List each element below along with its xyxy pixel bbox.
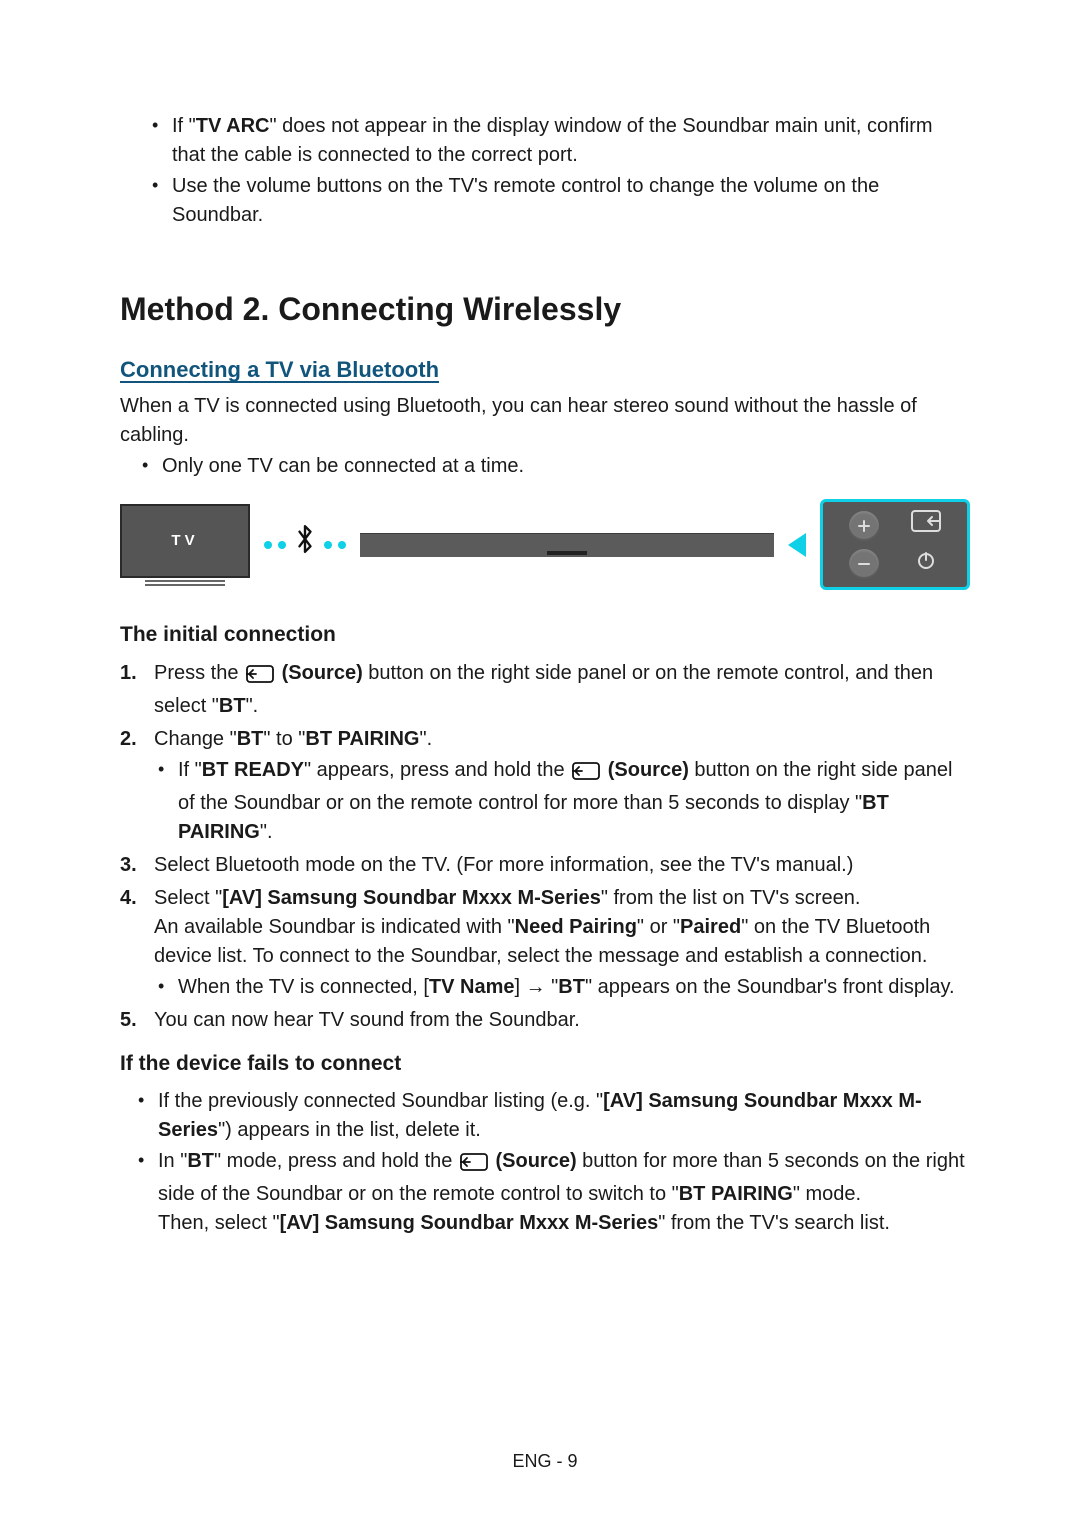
source-icon — [246, 663, 274, 692]
block-title-initial: The initial connection — [120, 620, 970, 650]
text-bold: TV ARC — [196, 115, 270, 137]
text: Change " — [154, 728, 237, 750]
sub-section-title: Connecting a TV via Bluetooth — [120, 354, 970, 386]
text: ] → " — [514, 976, 558, 998]
intro-bullet-list: Only one TV can be connected at a time. — [138, 452, 970, 481]
text-bold: (Source) — [490, 1150, 577, 1172]
text: " or " — [637, 916, 680, 938]
bluetooth-signal — [264, 524, 346, 566]
text: If " — [178, 759, 202, 781]
page: If "TV ARC" does not appear in the displ… — [0, 0, 1080, 1514]
text-bold: Paired — [680, 916, 741, 938]
signal-dot — [324, 541, 332, 549]
text: ". — [260, 821, 273, 843]
steps-list: Press the (Source) button on the right s… — [120, 659, 970, 1035]
callout-arrow — [788, 533, 806, 557]
text-bold: BT PAIRING — [305, 728, 419, 750]
text: If " — [172, 115, 196, 137]
text: " appears, press and hold the — [304, 759, 570, 781]
text-bold: BT PAIRING — [679, 1183, 793, 1205]
bluetooth-icon — [294, 524, 316, 566]
soundbar-button-panel — [820, 499, 970, 590]
text: " mode, press and hold the — [214, 1150, 458, 1172]
text-bold: BT — [187, 1150, 214, 1172]
text: Only one TV can be connected at a time. — [162, 455, 524, 477]
text: An available Soundbar is indicated with … — [154, 916, 515, 938]
volume-up-button-icon — [849, 511, 879, 541]
page-footer: ENG - 9 — [120, 1448, 970, 1474]
list-item: If the previously connected Soundbar lis… — [134, 1087, 970, 1145]
list-item: If "BT READY" appears, press and hold th… — [154, 756, 970, 847]
source-icon — [572, 760, 600, 789]
text-bold: [AV] Samsung Soundbar Mxxx M-Series — [222, 887, 601, 909]
list-item: In "BT" mode, press and hold the (Source… — [134, 1147, 970, 1238]
text-bold: (Source) — [276, 662, 363, 684]
text-bold: BT — [219, 695, 246, 717]
fails-list: If the previously connected Soundbar lis… — [134, 1087, 970, 1238]
soundbar-illustration — [360, 533, 774, 557]
text: If the previously connected Soundbar lis… — [158, 1090, 603, 1112]
text: " to " — [263, 728, 305, 750]
text: ") appears in the list, delete it. — [218, 1119, 481, 1141]
tv-stand — [145, 580, 225, 586]
text: " from the TV's search list. — [658, 1212, 890, 1234]
list-item: Use the volume buttons on the TV's remot… — [148, 172, 970, 230]
text: You can now hear TV sound from the Sound… — [154, 1009, 580, 1031]
text: Select Bluetooth mode on the TV. (For mo… — [154, 854, 853, 876]
text: Use the volume buttons on the TV's remot… — [172, 175, 879, 226]
text: Select " — [154, 887, 222, 909]
signal-dot — [338, 541, 346, 549]
text-bold: TV Name — [429, 976, 515, 998]
step-item: You can now hear TV sound from the Sound… — [120, 1006, 970, 1035]
text: ". — [419, 728, 432, 750]
section-title: Method 2. Connecting Wirelessly — [120, 286, 970, 332]
tv-illustration: TV — [120, 504, 250, 586]
text: " from the list on TV's screen. — [601, 887, 861, 909]
connection-diagram: TV — [120, 499, 970, 590]
text: " mode. — [793, 1183, 861, 1205]
text-bold: BT — [237, 728, 264, 750]
text: In " — [158, 1150, 187, 1172]
step-item: Press the (Source) button on the right s… — [120, 659, 970, 721]
list-item: Only one TV can be connected at a time. — [138, 452, 970, 481]
list-item: If "TV ARC" does not appear in the displ… — [148, 112, 970, 170]
signal-dot — [264, 541, 272, 549]
text-bold: Need Pairing — [515, 916, 637, 938]
text-bold: [AV] Samsung Soundbar Mxxx M-Series — [280, 1212, 659, 1234]
tv-label: TV — [171, 530, 198, 552]
volume-down-button-icon — [849, 549, 879, 579]
source-icon — [460, 1151, 488, 1180]
intro-text: When a TV is connected using Bluetooth, … — [120, 392, 970, 450]
source-button-icon — [911, 510, 941, 541]
text: ". — [246, 695, 259, 717]
step-item: Change "BT" to "BT PAIRING". If "BT READ… — [120, 725, 970, 847]
nested-list: If "BT READY" appears, press and hold th… — [154, 756, 970, 847]
power-button-icon — [916, 550, 936, 579]
list-item: When the TV is connected, [TV Name] → "B… — [154, 973, 970, 1002]
nested-list: When the TV is connected, [TV Name] → "B… — [154, 973, 970, 1002]
text: Then, select " — [158, 1212, 280, 1234]
signal-dot — [278, 541, 286, 549]
text-bold: (Source) — [602, 759, 689, 781]
step-item: Select "[AV] Samsung Soundbar Mxxx M-Ser… — [120, 884, 970, 1002]
step-item: Select Bluetooth mode on the TV. (For mo… — [120, 851, 970, 880]
text: " appears on the Soundbar's front displa… — [585, 976, 955, 998]
text: " does not appear in the display window … — [172, 115, 933, 166]
text: When the TV is connected, [ — [178, 976, 429, 998]
text: Press the — [154, 662, 244, 684]
text-bold: BT — [558, 976, 585, 998]
block-title-fails: If the device fails to connect — [120, 1049, 970, 1079]
tv-screen: TV — [120, 504, 250, 578]
top-notes-list: If "TV ARC" does not appear in the displ… — [148, 112, 970, 230]
text-bold: BT READY — [202, 759, 304, 781]
